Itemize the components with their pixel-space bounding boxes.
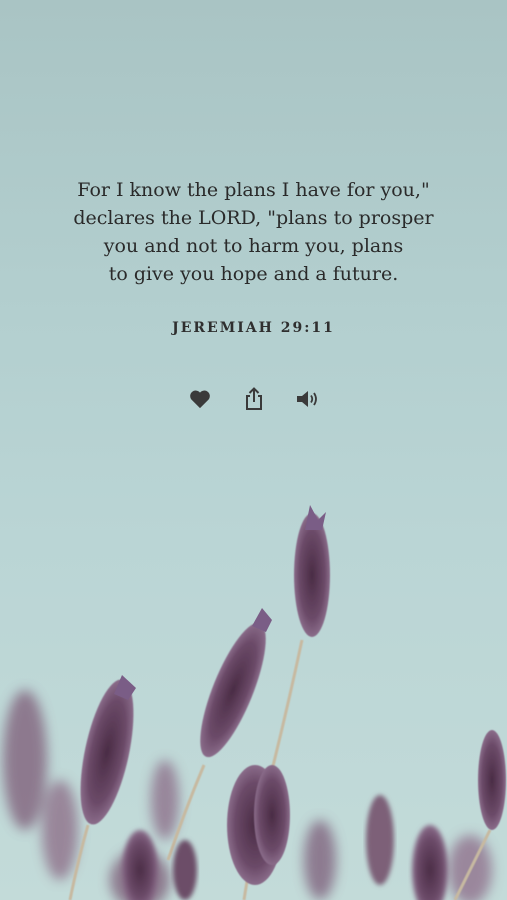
speaker-icon [296, 391, 317, 407]
verse-text: For I know the plans I have for you," de… [40, 176, 467, 288]
heart-icon [189, 390, 210, 409]
share-icon [245, 387, 262, 410]
action-bar [0, 384, 507, 414]
verse-line: you and not to harm you, plans [103, 235, 404, 257]
verse-line: For I know the plans I have for you," [77, 179, 430, 201]
verse-line: declares the LORD, "plans to prosper [73, 207, 434, 229]
verse-reference: JEREMIAH 29:11 [172, 320, 335, 336]
verse-line: to give you hope and a future. [108, 263, 399, 285]
lavender-photo [3, 505, 506, 900]
audio-button[interactable] [294, 384, 322, 414]
like-button[interactable] [186, 384, 214, 414]
share-button[interactable] [240, 384, 268, 414]
